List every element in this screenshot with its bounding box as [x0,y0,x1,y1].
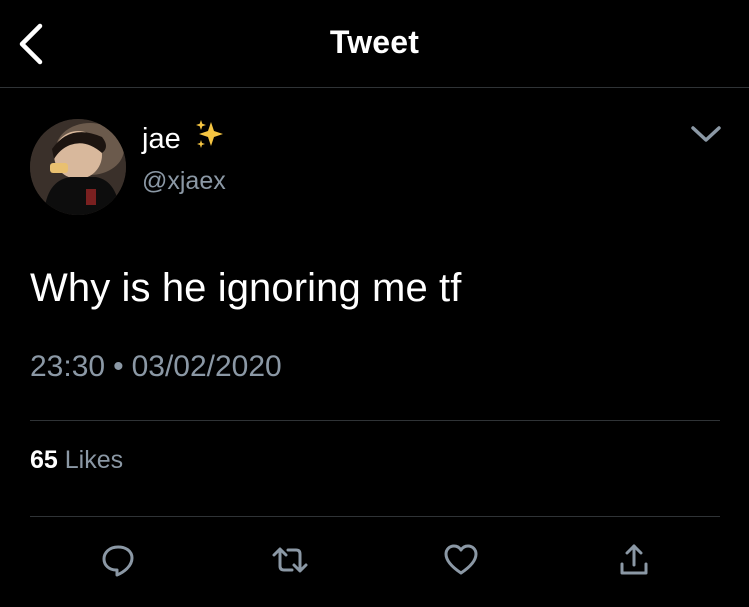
sparkles-icon [193,118,227,157]
tweet-text: Why is he ignoring me tf [30,266,462,310]
avatar-image [30,119,126,215]
tweet-menu-button[interactable] [688,120,724,148]
chevron-down-icon [691,126,721,142]
tweet-date: 03/02/2020 [131,350,282,383]
heart-icon [444,544,478,575]
meta-separator: • [113,350,124,383]
page-title: Tweet [329,24,420,60]
author-handle[interactable]: @xjaex [142,167,226,196]
likes-link[interactable]: 65 Likes [30,446,123,475]
likes-label: Likes [64,446,124,474]
like-button[interactable] [439,538,483,582]
reply-icon [102,545,134,577]
tweet-time: 23:30 [30,350,106,383]
share-button[interactable] [612,538,656,582]
tweet-timestamp: 23:30 • 03/02/2020 [30,350,282,384]
author-name[interactable]: jae [142,123,181,156]
top-bar: Tweet [0,0,749,88]
retweet-button[interactable] [268,538,312,582]
author-row: jae [142,120,227,157]
retweet-icon [272,547,308,573]
divider [30,420,720,421]
divider [30,516,720,517]
reply-button[interactable] [96,538,140,582]
avatar[interactable] [30,119,126,215]
share-icon [620,544,648,575]
likes-count: 65 [30,446,58,474]
